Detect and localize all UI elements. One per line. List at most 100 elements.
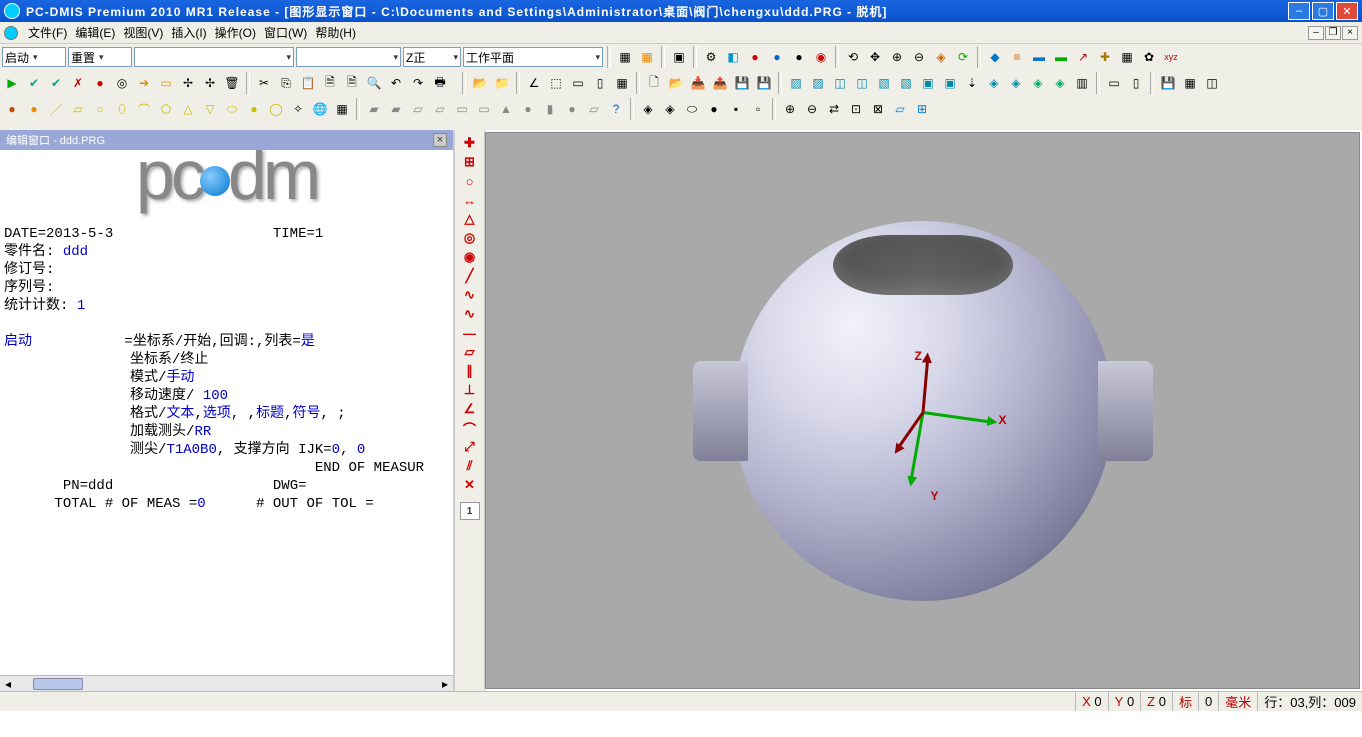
menu-window[interactable]: 窗口(W) [260,24,311,41]
print-icon[interactable]: 🖶 [430,73,450,93]
cone2-icon[interactable]: ▽ [200,99,220,119]
ellipse-icon[interactable]: ⬯ [112,99,132,119]
combo-reset[interactable]: 重置▾ [68,47,132,67]
vt-rings-icon[interactable]: ◉ [460,248,480,266]
align-layer-icon[interactable]: ≡ [1007,47,1027,67]
vp-2-icon[interactable]: ▯ [1126,73,1146,93]
close-button[interactable]: ✕ [1336,2,1358,20]
undo-icon[interactable]: ↶ [386,73,406,93]
circle-icon[interactable]: ○ [90,99,110,119]
combo-workplane[interactable]: 工作平面▾ [463,47,603,67]
line-blue-icon[interactable]: ▬ [1029,47,1049,67]
graphics-viewport[interactable]: X Y Z [485,132,1360,689]
refresh-icon[interactable]: ⟳ [953,47,973,67]
fit-icon[interactable]: ◈ [931,47,951,67]
gray-3-icon[interactable]: ▱ [408,99,428,119]
rotate-icon[interactable]: ⟲ [843,47,863,67]
edit-body[interactable]: pcdm DATE=2013-5-3 TIME=1 零件名: ddd 修订号: … [0,150,453,675]
folder-export-icon[interactable]: 📁 [492,73,512,93]
gray-cyl-icon[interactable]: ▮ [540,99,560,119]
import-icon[interactable]: 📥 [688,73,708,93]
box-2-icon[interactable]: ▨ [808,73,828,93]
gd-5-icon[interactable]: ⊠ [868,99,888,119]
vt-perp-icon[interactable]: ⊥ [460,381,480,399]
minimize-button[interactable]: – [1288,2,1310,20]
vt-cross-icon[interactable]: ✕ [460,476,480,494]
menu-help[interactable]: 帮助(H) [311,24,360,41]
vt-diag-icon[interactable]: ⫽ [460,457,480,475]
combo-4[interactable]: ▾ [296,47,401,67]
export-icon[interactable]: 📤 [710,73,730,93]
solid-1-icon[interactable]: ◈ [638,99,658,119]
iso-3-icon[interactable]: ◈ [1028,73,1048,93]
menu-edit[interactable]: 编辑(E) [71,24,119,41]
vt-slash-icon[interactable]: ╱ [460,267,480,285]
compass-icon[interactable]: ✧ [288,99,308,119]
paste-icon[interactable]: 📋 [298,73,318,93]
solid-4-icon[interactable]: ▫ [748,99,768,119]
doc2-icon[interactable]: 🗎 [342,73,362,93]
color-icon[interactable]: ◧ [723,47,743,67]
open-icon[interactable]: 📂 [666,73,686,93]
gray-7-icon[interactable]: ▱ [584,99,604,119]
combo-3[interactable]: ▾ [134,47,294,67]
box-1-icon[interactable]: ▨ [786,73,806,93]
box-3-icon[interactable]: ◫ [830,73,850,93]
combo-zplus[interactable]: Z正▾ [403,47,461,67]
check2-icon[interactable]: ✔ [46,73,66,93]
copy-icon[interactable]: ⎘ [276,73,296,93]
point-red-icon[interactable]: ● [2,99,22,119]
arc-icon[interactable]: ⌒ [134,99,154,119]
save-icon[interactable]: 💾 [732,73,752,93]
vt-angle-icon[interactable]: ∠ [460,400,480,418]
redo-icon[interactable]: ↷ [408,73,428,93]
axis-red-icon[interactable]: ↗ [1073,47,1093,67]
vt-run-icon[interactable]: ⤢ [460,438,480,456]
gd-4-icon[interactable]: ⊡ [846,99,866,119]
line-icon[interactable]: ／ [46,99,66,119]
vt-circle-icon[interactable]: ○ [460,172,480,190]
surface-icon[interactable]: ⬚ [546,73,566,93]
menu-view[interactable]: 视图(V) [119,24,167,41]
vp-split-icon[interactable]: ◫ [1202,73,1222,93]
zoom-in-icon[interactable]: ⊕ [887,47,907,67]
trash-icon[interactable]: 🗑 [222,73,242,93]
box-8-icon[interactable]: ▣ [940,73,960,93]
vt-parallel-icon[interactable]: ∥ [460,362,480,380]
gray-sphere-icon[interactable]: ● [562,99,582,119]
menu-insert[interactable]: 插入(I) [167,24,210,41]
doc-icon[interactable] [4,26,18,40]
zoom-out-icon[interactable]: ⊖ [909,47,929,67]
gray-5-icon[interactable]: ▭ [452,99,472,119]
edit-window-title[interactable]: 编辑窗口 - ddd.PRG × [0,130,453,150]
edit-hscrollbar[interactable]: ◂ ▸ [0,675,453,691]
solid-2-icon[interactable]: ◈ [660,99,680,119]
iso-4-icon[interactable]: ◈ [1050,73,1070,93]
gd-plane-icon[interactable]: ▱ [890,99,910,119]
gray-2-icon[interactable]: ▰ [386,99,406,119]
vp-grid-icon[interactable]: ▦ [1180,73,1200,93]
save-view-icon[interactable]: 💾 [1158,73,1178,93]
globe-icon[interactable]: 🌐 [310,99,330,119]
sphere-icon[interactable]: ● [244,99,264,119]
menu-operate[interactable]: 操作(O) [211,24,260,41]
compass1-icon[interactable]: ✢ [178,73,198,93]
bars-icon[interactable]: ▥ [1072,73,1092,93]
doc-close[interactable]: × [1342,26,1358,40]
compass2-icon[interactable]: ✢ [200,73,220,93]
doc1-icon[interactable]: 🗎 [320,73,340,93]
gray-circle-icon[interactable]: ● [518,99,538,119]
gd-disp-icon[interactable]: ⊞ [912,99,932,119]
window-layout-1-icon[interactable]: ▦ [615,47,635,67]
probe-icon[interactable]: ✚ [1095,47,1115,67]
folder-open-icon[interactable]: 📂 [470,73,490,93]
marker-blue-icon[interactable]: ● [767,47,787,67]
vt-rect-icon[interactable]: ▱ [460,343,480,361]
check1-icon[interactable]: ✔ [24,73,44,93]
new-icon[interactable]: 🗋 [644,73,664,93]
settings-icon[interactable]: ⚙ [701,47,721,67]
pan-icon[interactable]: ✥ [865,47,885,67]
box-7-icon[interactable]: ▣ [918,73,938,93]
dim2-icon[interactable]: ▯ [590,73,610,93]
saveas-icon[interactable]: 💾 [754,73,774,93]
